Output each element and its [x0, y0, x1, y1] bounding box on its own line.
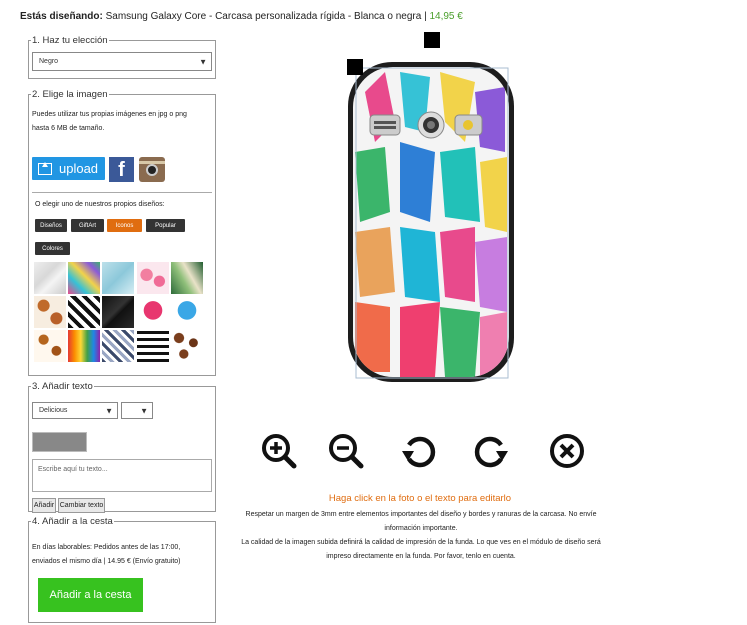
- thumb-brush-stripes[interactable]: [137, 330, 169, 362]
- shipping-info: En días laborables: Pedidos antes de las…: [32, 541, 181, 569]
- step3-legend: 3. Añadir texto: [32, 381, 93, 392]
- text-color-picker[interactable]: [32, 432, 87, 452]
- font-select[interactable]: Delicious ▼: [32, 402, 118, 419]
- thumb-pineapples[interactable]: [68, 262, 100, 294]
- design-info: Respetar un margen de 3mm entre elemento…: [226, 508, 616, 564]
- font-select-value: Delicious: [39, 407, 68, 414]
- color-select-value: Negro: [39, 58, 59, 65]
- upload-hint: Puedes utilizar tus propias imágenes en …: [32, 108, 187, 136]
- info-line2: información importante.: [384, 525, 458, 532]
- add-text-button[interactable]: Añadir: [32, 498, 56, 513]
- thumb-marble[interactable]: [34, 262, 66, 294]
- rotate-left-icon: [402, 436, 436, 468]
- upload-hint-line1: Puedes utilizar tus propias imágenes en …: [32, 111, 187, 118]
- or-choose-text: O elegir uno de nuestros propios diseños…: [35, 201, 165, 208]
- instagram-icon: [146, 164, 158, 176]
- category-colores[interactable]: Colores: [35, 242, 70, 255]
- category-giftart[interactable]: GiftArt: [71, 219, 104, 232]
- upload-label: upload: [59, 161, 99, 176]
- thumb-blue-heart[interactable]: [171, 296, 203, 328]
- category-popular[interactable]: Popular: [146, 219, 185, 232]
- delete-button[interactable]: [549, 433, 585, 469]
- thumb-black-marble[interactable]: [102, 296, 134, 328]
- thumb-coffee-beans[interactable]: [171, 330, 203, 362]
- step2-panel: 2. Elige la imagen Puedes utilizar tus p…: [28, 89, 216, 376]
- thumb-cacti[interactable]: [34, 296, 66, 328]
- step3-panel: 3. Añadir texto Delicious ▼ ▼ Escribe aq…: [28, 381, 216, 513]
- rotate-right-button[interactable]: [474, 433, 510, 469]
- step1-legend: 1. Haz tu elección: [32, 35, 108, 46]
- header-prefix: Estás diseñando:: [20, 11, 103, 22]
- rotate-left-button[interactable]: [400, 433, 436, 469]
- phone-case-preview[interactable]: [345, 32, 515, 387]
- step2-legend: 2. Elige la imagen: [32, 89, 108, 100]
- instagram-button[interactable]: [139, 157, 165, 182]
- resize-handle[interactable]: [347, 59, 363, 75]
- edit-hint: Haga click en la foto o el texto para ed…: [328, 493, 512, 504]
- chevron-down-icon: ▼: [140, 406, 148, 415]
- rotate-right-icon: [474, 436, 508, 468]
- info-line3: La calidad de la imagen subida definirá …: [241, 539, 601, 546]
- category-disenos[interactable]: Diseños: [35, 219, 67, 232]
- phone-case-image[interactable]: [345, 32, 515, 387]
- divider: [32, 192, 212, 193]
- designing-header: Estás diseñando: Samsung Galaxy Core - C…: [20, 11, 463, 22]
- info-line4: impreso directamente en la funda. Por fa…: [326, 553, 516, 560]
- upload-button[interactable]: upload: [32, 157, 105, 180]
- zoom-in-icon: [262, 434, 297, 469]
- header-product: Samsung Galaxy Core - Carcasa personaliz…: [105, 11, 427, 22]
- step4-panel: 4. Añadir a la cesta En días laborables:…: [28, 516, 216, 623]
- zoom-out-icon: [329, 434, 364, 469]
- text-input[interactable]: Escribe aquí tu texto...: [32, 459, 212, 492]
- shipping-line1: En días laborables: Pedidos antes de las…: [32, 544, 181, 551]
- step4-legend: 4. Añadir a la cesta: [32, 516, 113, 527]
- zoom-out-button[interactable]: [328, 433, 364, 469]
- thumb-paint-drips[interactable]: [68, 330, 100, 362]
- thumb-light-blue-marble[interactable]: [102, 262, 134, 294]
- chevron-down-icon: ▼: [105, 406, 113, 415]
- thumb-flamingos[interactable]: [137, 262, 169, 294]
- category-iconos[interactable]: Iconos: [107, 219, 142, 232]
- thumb-chevron-black[interactable]: [68, 296, 100, 328]
- thumb-hot-dogs[interactable]: [34, 330, 66, 362]
- chevron-down-icon: ▼: [199, 57, 207, 66]
- shipping-line2: enviados el mismo día | 14.95 € (Envío g…: [32, 558, 181, 565]
- delete-icon: [550, 434, 584, 468]
- facebook-icon: f: [118, 159, 125, 181]
- change-text-button[interactable]: Cambiar texto: [58, 498, 105, 513]
- info-line1: Respetar un margen de 3mm entre elemento…: [245, 511, 597, 518]
- size-select[interactable]: ▼: [121, 402, 153, 419]
- step1-panel: 1. Haz tu elección Negro ▼: [28, 35, 216, 79]
- header-price: 14,95 €: [429, 11, 463, 22]
- color-select[interactable]: Negro ▼: [32, 52, 212, 71]
- zoom-in-button[interactable]: [261, 433, 297, 469]
- thumb-pink-heart[interactable]: [137, 296, 169, 328]
- thumb-tropical-leaves[interactable]: [171, 262, 203, 294]
- facebook-button[interactable]: f: [109, 157, 134, 182]
- upload-icon: [38, 161, 52, 175]
- thumb-chevron-pastel[interactable]: [102, 330, 134, 362]
- rotate-handle[interactable]: [424, 32, 440, 48]
- add-to-cart-button[interactable]: Añadir a la cesta: [38, 578, 143, 612]
- upload-hint-line2: hasta 6 MB de tamaño.: [32, 125, 105, 132]
